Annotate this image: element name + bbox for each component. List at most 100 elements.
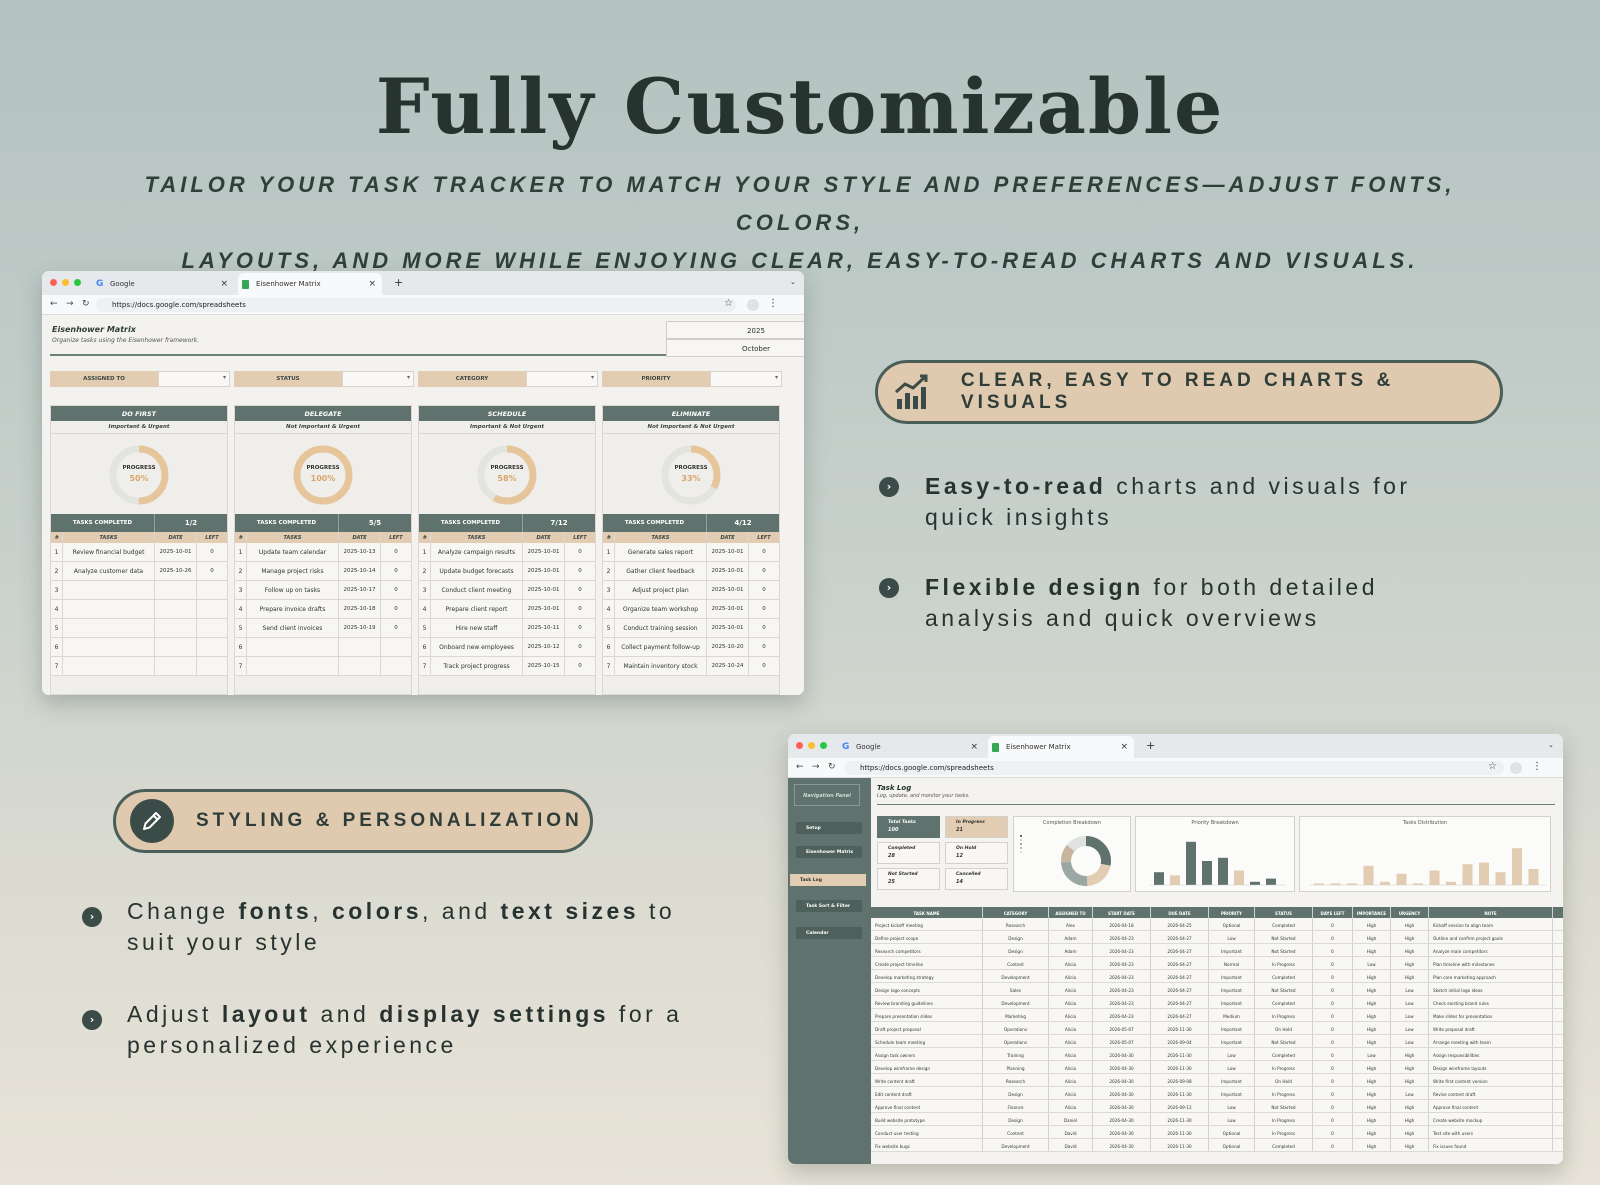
column-header[interactable]: CATEGORY — [983, 907, 1049, 918]
close-tab-icon[interactable]: × — [1120, 742, 1128, 752]
table-row[interactable]: 3 Follow up on tasks 2025-10-17 0 — [235, 581, 411, 600]
minimize-window-dot[interactable] — [808, 742, 815, 749]
url-input[interactable]: https://docs.google.com/spreadsheets — [844, 761, 1504, 775]
minimize-window-dot[interactable] — [62, 279, 69, 286]
close-window-dot[interactable] — [50, 279, 57, 286]
table-row[interactable]: 5 Send client invoices 2025-10-19 0 — [235, 619, 411, 638]
nav-item-task-log[interactable]: Task Log — [790, 874, 866, 886]
table-row[interactable]: Draft project proposal Operations Alicia 20… — [871, 1022, 1563, 1035]
table-row[interactable]: Design logo concepts Sales Alicia 2026-04-2… — [871, 983, 1563, 996]
tab-google[interactable]: G Google × — [92, 273, 234, 295]
forward-icon[interactable]: → — [66, 299, 74, 309]
column-header[interactable]: ASSIGNED TO — [1049, 907, 1093, 918]
table-row[interactable]: 2 Analyze customer data 2025-10-26 0 — [51, 562, 227, 581]
close-tab-icon[interactable]: × — [220, 279, 228, 289]
table-row[interactable]: Fix website bugs Development David 2026-04-… — [871, 1139, 1563, 1152]
table-row[interactable]: 6 Onboard new employees 2025-10-12 0 — [419, 638, 595, 657]
column-header[interactable]: URGENCY — [1391, 907, 1429, 918]
bookmark-star-icon[interactable]: ☆ — [1488, 761, 1497, 772]
table-row[interactable]: 5 Hire new staff 2025-10-11 0 — [419, 619, 595, 638]
nav-item-eisenhower-matrix[interactable]: Eisenhower Matrix — [796, 846, 862, 858]
table-row[interactable]: Define project scope Design Adam 2026-04-23… — [871, 931, 1563, 944]
table-row[interactable]: 6 — [235, 638, 411, 657]
nav-item-task-sort-filter[interactable]: Task Sort & Filter — [796, 900, 862, 912]
table-row[interactable]: Develop marketing strategy Development Ali… — [871, 970, 1563, 983]
new-tab-button[interactable]: + — [394, 276, 403, 289]
table-row[interactable]: 4 Prepare invoice drafts 2025-10-18 0 — [235, 600, 411, 619]
maximize-window-dot[interactable] — [74, 279, 81, 286]
table-row[interactable]: 3 Adjust project plan 2025-10-01 0 — [603, 581, 779, 600]
reload-icon[interactable]: ↻ — [82, 299, 90, 309]
close-tab-icon[interactable]: × — [368, 279, 376, 289]
browser-menu-icon[interactable]: ⋮ — [768, 298, 778, 309]
table-row[interactable]: 7 — [235, 657, 411, 676]
table-row[interactable]: Create project timeline Content Alicia 2026… — [871, 957, 1563, 970]
table-row[interactable]: 6 — [51, 638, 227, 657]
table-row[interactable]: 2 Gather client feedback 2025-10-01 0 — [603, 562, 779, 581]
table-row[interactable]: Develop wireframe design Planning Alicia 20… — [871, 1061, 1563, 1074]
table-row[interactable]: 7 Track project progress 2025-10-15 0 — [419, 657, 595, 676]
close-window-dot[interactable] — [796, 742, 803, 749]
column-header[interactable]: DAYS LEFT — [1313, 907, 1353, 918]
table-row[interactable]: 2 Update budget forecasts 2025-10-01 0 — [419, 562, 595, 581]
nav-item-setup[interactable]: Setup — [796, 822, 862, 834]
table-row[interactable]: Project kickoff meeting Research Alex 2026-… — [871, 918, 1563, 931]
reload-icon[interactable]: ↻ — [828, 762, 836, 772]
tab-google[interactable]: G Google × — [838, 736, 984, 758]
table-row[interactable]: 7 — [51, 657, 227, 676]
table-row[interactable]: 7 Maintain inventory stock 2025-10-24 0 — [603, 657, 779, 676]
table-row[interactable]: 3 Conduct client meeting 2025-10-01 0 — [419, 581, 595, 600]
browser-menu-icon[interactable]: ⋮ — [1532, 761, 1542, 772]
table-row[interactable]: 4 — [51, 600, 227, 619]
table-row[interactable]: Prepare presentation slides Marketing Alic… — [871, 1009, 1563, 1022]
table-row[interactable]: 5 — [51, 619, 227, 638]
table-row[interactable]: Approve final content Finance Alicia 2026-0… — [871, 1100, 1563, 1113]
table-row[interactable]: 2 Manage project risks 2025-10-14 0 — [235, 562, 411, 581]
table-row[interactable]: 1 Review financial budget 2025-10-01 0 — [51, 543, 227, 562]
nav-item-calendar[interactable]: Calendar — [796, 927, 862, 939]
year-field[interactable]: 2025 — [666, 321, 804, 339]
column-header[interactable]: NOTE — [1429, 907, 1553, 918]
new-tab-button[interactable]: + — [1146, 739, 1155, 752]
filter-dropdown[interactable] — [710, 371, 782, 387]
column-header[interactable]: START DATE — [1093, 907, 1151, 918]
table-row[interactable]: Assign task owners Training Alicia 2026-04-… — [871, 1048, 1563, 1061]
profile-avatar[interactable] — [1510, 762, 1522, 774]
tab-list-chevron-icon[interactable]: ⌄ — [790, 278, 796, 286]
table-row[interactable]: Schedule team meeting Operations Alicia 202… — [871, 1035, 1563, 1048]
table-row[interactable]: Edit content draft Design Alicia 2026-04-30… — [871, 1087, 1563, 1100]
table-row[interactable]: Review branding guidelines Development Ali… — [871, 996, 1563, 1009]
table-row[interactable]: 4 Prepare client report 2025-10-01 0 — [419, 600, 595, 619]
tab-eisenhower-matrix[interactable]: Eisenhower Matrix × — [238, 273, 382, 295]
table-row[interactable]: 5 Conduct training session 2025-10-01 0 — [603, 619, 779, 638]
profile-avatar[interactable] — [747, 299, 759, 311]
filter-dropdown[interactable] — [526, 371, 598, 387]
column-header[interactable]: TASK NAME — [871, 907, 983, 918]
table-row[interactable]: 1 Update team calendar 2025-10-13 0 — [235, 543, 411, 562]
table-row[interactable]: 4 Organize team workshop 2025-10-01 0 — [603, 600, 779, 619]
table-row[interactable]: 1 Generate sales report 2025-10-01 0 — [603, 543, 779, 562]
back-icon[interactable]: ← — [796, 762, 804, 772]
close-tab-icon[interactable]: × — [970, 742, 978, 752]
forward-icon[interactable]: → — [812, 762, 820, 772]
month-select[interactable]: October — [666, 339, 804, 357]
filter-dropdown[interactable] — [342, 371, 414, 387]
table-row[interactable]: Write content draft Research Alicia 2026-04… — [871, 1074, 1563, 1087]
table-row[interactable]: Research competitors Design Adam 2026-04-23… — [871, 944, 1563, 957]
column-header[interactable]: DUE DATE — [1151, 907, 1209, 918]
column-header[interactable]: STATUS — [1255, 907, 1313, 918]
tab-list-chevron-icon[interactable]: ⌄ — [1548, 741, 1554, 749]
table-row[interactable]: 6 Collect payment follow-up 2025-10-20 0 — [603, 638, 779, 657]
tab-eisenhower-matrix[interactable]: Eisenhower Matrix × — [988, 736, 1134, 758]
filter-dropdown[interactable] — [158, 371, 230, 387]
column-header[interactable]: PRIORITY — [1209, 907, 1255, 918]
maximize-window-dot[interactable] — [820, 742, 827, 749]
table-row[interactable]: 1 Analyze campaign results 2025-10-01 0 — [419, 543, 595, 562]
table-row[interactable]: Build website prototype Design Daniel 2026-… — [871, 1113, 1563, 1126]
url-input[interactable]: https://docs.google.com/spreadsheets — [96, 298, 736, 312]
column-header[interactable]: IMPORTANCE — [1353, 907, 1391, 918]
table-row[interactable]: 3 — [51, 581, 227, 600]
table-row[interactable]: Conduct user testing Content David 2026-04-… — [871, 1126, 1563, 1139]
back-icon[interactable]: ← — [50, 299, 58, 309]
bookmark-star-icon[interactable]: ☆ — [724, 298, 733, 309]
